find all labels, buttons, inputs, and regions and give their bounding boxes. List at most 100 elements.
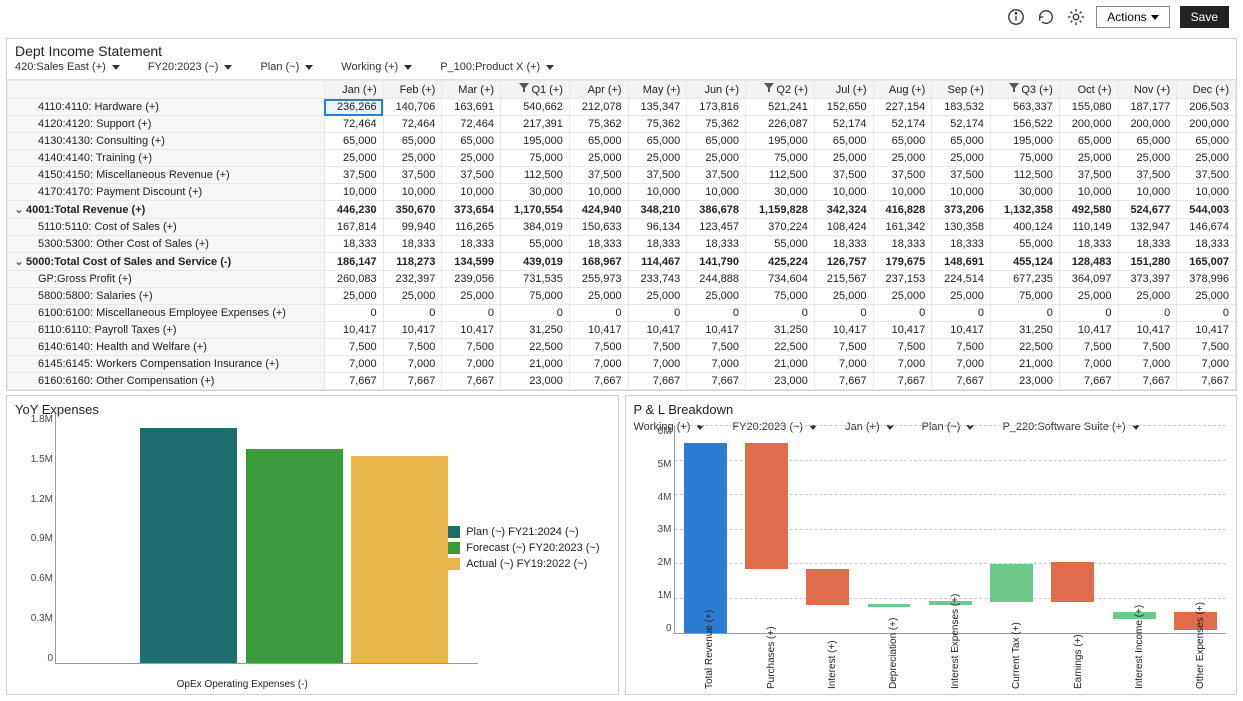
grid-cell[interactable]: 186,147 [324, 253, 383, 271]
grid-cell[interactable]: 233,743 [628, 271, 687, 288]
grid-cell[interactable]: 75,000 [745, 288, 814, 305]
grid-cell[interactable]: 25,000 [569, 150, 628, 167]
grid-cell[interactable]: 10,000 [628, 184, 687, 201]
grid-cell[interactable]: 7,500 [442, 339, 501, 356]
column-header[interactable]: Q2 (+) [745, 81, 814, 99]
grid-cell[interactable]: 18,333 [687, 236, 746, 253]
grid-cell[interactable]: 65,000 [932, 133, 991, 150]
grid-cell[interactable]: 364,097 [1059, 271, 1118, 288]
grid-cell[interactable]: 227,154 [873, 99, 932, 116]
grid-cell[interactable]: 0 [745, 305, 814, 322]
grid-cell[interactable]: 72,464 [383, 116, 442, 133]
grid-cell[interactable]: 55,000 [745, 236, 814, 253]
grid-cell[interactable]: 10,000 [324, 184, 383, 201]
grid-cell[interactable]: 7,000 [628, 356, 687, 373]
grid-cell[interactable]: 21,000 [745, 356, 814, 373]
grid-cell[interactable]: 0 [1059, 305, 1118, 322]
grid-cell[interactable]: 150,633 [569, 219, 628, 236]
grid-cell[interactable]: 118,273 [383, 253, 442, 271]
grid-cell[interactable]: 65,000 [442, 133, 501, 150]
grid-cell[interactable]: 10,417 [932, 322, 991, 339]
grid-cell[interactable]: 25,000 [873, 150, 932, 167]
refresh-icon[interactable] [1036, 7, 1056, 27]
grid-cell[interactable]: 156,522 [990, 116, 1059, 133]
grid-cell[interactable]: 18,333 [1118, 236, 1177, 253]
grid-cell[interactable]: 7,667 [814, 373, 873, 390]
grid-cell[interactable]: 10,000 [1118, 184, 1177, 201]
grid-cell[interactable]: 116,265 [442, 219, 501, 236]
grid-cell[interactable]: 373,206 [932, 201, 991, 219]
grid-cell[interactable]: 96,134 [628, 219, 687, 236]
grid-cell[interactable]: 132,947 [1118, 219, 1177, 236]
grid-cell[interactable]: 10,000 [687, 184, 746, 201]
grid-cell[interactable]: 108,424 [814, 219, 873, 236]
grid-cell[interactable]: 200,000 [1118, 116, 1177, 133]
grid-cell[interactable]: 21,000 [501, 356, 570, 373]
grid-cell[interactable]: 165,007 [1177, 253, 1236, 271]
grid-cell[interactable]: 386,678 [687, 201, 746, 219]
grid-cell[interactable]: 18,333 [873, 236, 932, 253]
grid-cell[interactable]: 521,241 [745, 99, 814, 116]
grid-cell[interactable]: 65,000 [814, 133, 873, 150]
grid-cell[interactable]: 128,483 [1059, 253, 1118, 271]
grid-cell[interactable]: 731,535 [501, 271, 570, 288]
grid-cell[interactable]: 75,362 [687, 116, 746, 133]
grid-cell[interactable]: 544,003 [1177, 201, 1236, 219]
grid-cell[interactable]: 18,333 [569, 236, 628, 253]
grid-cell[interactable]: 10,417 [1177, 322, 1236, 339]
grid-cell[interactable]: 7,667 [383, 373, 442, 390]
grid-cell[interactable]: 75,362 [569, 116, 628, 133]
grid-cell[interactable]: 163,691 [442, 99, 501, 116]
grid-cell[interactable]: 173,816 [687, 99, 746, 116]
grid-cell[interactable]: 7,667 [687, 373, 746, 390]
grid-cell[interactable]: 37,500 [687, 167, 746, 184]
grid-cell[interactable]: 10,417 [569, 322, 628, 339]
grid-cell[interactable]: 22,500 [745, 339, 814, 356]
grid-cell[interactable]: 21,000 [990, 356, 1059, 373]
grid-cell[interactable]: 7,667 [324, 373, 383, 390]
grid-cell[interactable]: 7,500 [1177, 339, 1236, 356]
grid-cell[interactable]: 146,674 [1177, 219, 1236, 236]
info-icon[interactable] [1006, 7, 1026, 27]
grid-cell[interactable]: 200,000 [1177, 116, 1236, 133]
grid-cell[interactable]: 734,604 [745, 271, 814, 288]
grid-cell[interactable]: 195,000 [501, 133, 570, 150]
grid-cell[interactable]: 112,500 [745, 167, 814, 184]
grid-cell[interactable]: 236,266 [324, 99, 383, 116]
grid-cell[interactable]: 25,000 [1177, 150, 1236, 167]
grid-cell[interactable]: 18,333 [1059, 236, 1118, 253]
filter-dropdown[interactable]: P_100:Product X (+) [440, 61, 554, 73]
grid-cell[interactable]: 239,056 [442, 271, 501, 288]
grid-cell[interactable]: 18,333 [383, 236, 442, 253]
grid-cell[interactable]: 0 [1177, 305, 1236, 322]
column-header[interactable]: Jan (+) [324, 81, 383, 99]
grid-cell[interactable]: 425,224 [745, 253, 814, 271]
column-header[interactable]: Q3 (+) [990, 81, 1059, 99]
grid-cell[interactable]: 7,500 [1059, 339, 1118, 356]
column-header[interactable]: Nov (+) [1118, 81, 1177, 99]
grid-cell[interactable]: 0 [990, 305, 1059, 322]
grid-cell[interactable]: 7,000 [442, 356, 501, 373]
grid-cell[interactable]: 135,347 [628, 99, 687, 116]
grid-cell[interactable]: 7,667 [932, 373, 991, 390]
grid-cell[interactable]: 52,174 [932, 116, 991, 133]
grid-cell[interactable]: 7,000 [1118, 356, 1177, 373]
grid-cell[interactable]: 18,333 [932, 236, 991, 253]
grid-cell[interactable]: 25,000 [442, 150, 501, 167]
row-label[interactable]: ⌄5000:Total Cost of Sales and Service (-… [8, 253, 325, 271]
grid-cell[interactable]: 25,000 [1177, 288, 1236, 305]
grid-cell[interactable]: 65,000 [569, 133, 628, 150]
grid-cell[interactable]: 0 [569, 305, 628, 322]
grid-cell[interactable]: 25,000 [873, 288, 932, 305]
row-label[interactable]: 6100:6100: Miscellaneous Employee Expens… [8, 305, 325, 322]
row-label[interactable]: 6160:6160: Other Compensation (+) [8, 373, 325, 390]
grid-cell[interactable]: 446,230 [324, 201, 383, 219]
grid-cell[interactable]: 75,362 [628, 116, 687, 133]
grid-cell[interactable]: 206,503 [1177, 99, 1236, 116]
grid-cell[interactable]: 25,000 [569, 288, 628, 305]
grid-cell[interactable]: 25,000 [687, 288, 746, 305]
grid-cell[interactable]: 0 [932, 305, 991, 322]
grid-cell[interactable]: 1,159,828 [745, 201, 814, 219]
row-label[interactable]: 6145:6145: Workers Compensation Insuranc… [8, 356, 325, 373]
grid-cell[interactable]: 7,000 [687, 356, 746, 373]
